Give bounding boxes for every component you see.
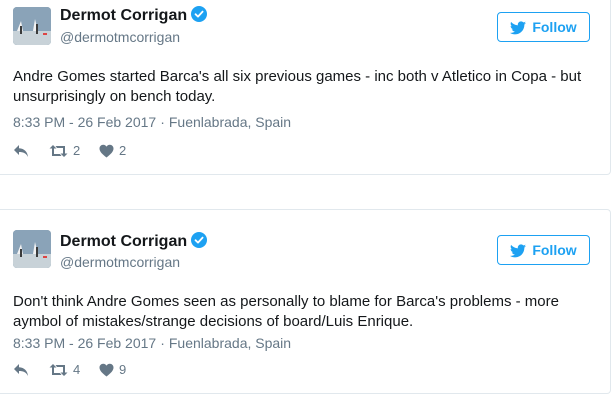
retweet-count: 4 (73, 362, 81, 377)
heart-icon (99, 363, 114, 377)
twitter-bird-icon (510, 244, 527, 258)
tweet-card: Dermot Corrigan @dermotmcorrigan Follow … (0, 0, 611, 175)
author-handle[interactable]: @dermotmcorrigan (60, 28, 180, 46)
retweet-button[interactable]: 4 (49, 361, 80, 379)
reply-icon (14, 364, 28, 376)
meta-separator: · (160, 114, 165, 130)
author-name[interactable]: Dermot Corrigan (60, 232, 208, 252)
tweet-text: Don't think Andre Gomes seen as personal… (13, 293, 559, 330)
retweet-icon (49, 364, 68, 376)
reply-button[interactable] (13, 142, 29, 160)
author-handle[interactable]: @dermotmcorrigan (60, 253, 180, 271)
heart-icon (99, 144, 114, 158)
retweet-icon (49, 145, 68, 157)
avatar[interactable] (13, 230, 51, 268)
like-count: 2 (119, 143, 127, 158)
meta-separator: · (160, 335, 165, 351)
twitter-bird-icon (510, 21, 527, 35)
tweet-meta: 8:33 PM - 26 Feb 2017 · Fuenlabrada, Spain (13, 334, 291, 352)
like-button[interactable]: 2 (99, 142, 126, 160)
retweet-count: 2 (73, 143, 81, 158)
verified-badge-icon (191, 6, 208, 22)
tweet-card: Dermot Corrigan @dermotmcorrigan Follow … (0, 209, 611, 394)
like-button[interactable]: 9 (99, 361, 126, 379)
verified-badge-icon (191, 232, 208, 248)
tweet-location[interactable]: Fuenlabrada, Spain (169, 114, 291, 130)
follow-button[interactable]: Follow (497, 12, 590, 42)
tweet-location[interactable]: Fuenlabrada, Spain (169, 335, 291, 351)
tweet-meta: 8:33 PM - 26 Feb 2017 · Fuenlabrada, Spain (13, 113, 291, 131)
tweet-timestamp[interactable]: 8:33 PM - 26 Feb 2017 (13, 114, 156, 130)
reply-icon (14, 145, 28, 157)
reply-button[interactable] (13, 361, 29, 379)
author-name[interactable]: Dermot Corrigan (60, 6, 208, 26)
avatar[interactable] (13, 7, 51, 45)
tweet-timestamp[interactable]: 8:33 PM - 26 Feb 2017 (13, 335, 156, 351)
like-count: 9 (119, 362, 127, 377)
follow-button[interactable]: Follow (497, 235, 590, 265)
tweet-text: Andre Gomes started Barca's all six prev… (13, 68, 582, 105)
retweet-button[interactable]: 2 (49, 142, 80, 160)
